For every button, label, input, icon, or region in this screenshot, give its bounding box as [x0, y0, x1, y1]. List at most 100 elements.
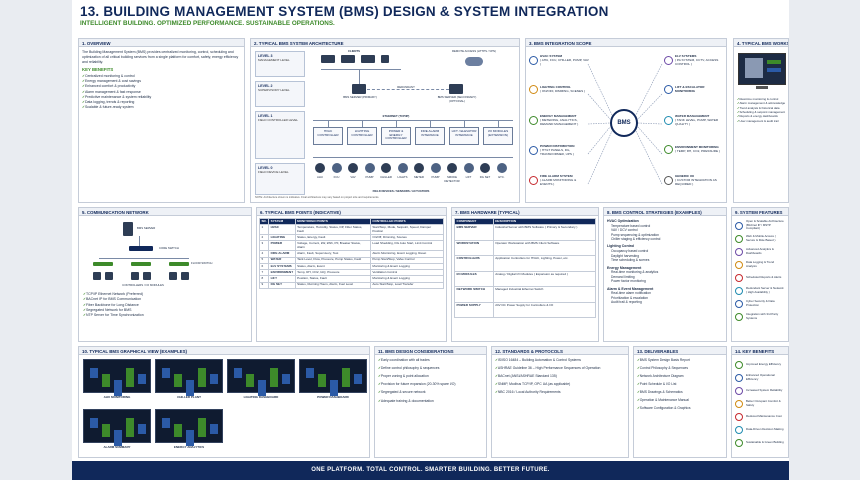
deliverables-list: BMS System Design Basis Report Control Ph…: [637, 358, 723, 411]
table-cell: Operator Workstation with BMS Client Sof…: [492, 239, 597, 257]
table-row: 1 HVAC Temperature, Humidity, Status, DP, …: [258, 224, 445, 236]
benefits-panel: 14. KEY BENEFITS Improved Energy Efficie…: [731, 346, 789, 458]
screen-widget: [90, 418, 98, 428]
strategy-item: Power factor monitoring: [611, 279, 646, 284]
remote-access-label: REMOTE ACCESS (HTTPS / VPN): [452, 49, 496, 53]
standards-panel: 12. STANDARDS & PROTOCOLS IS/ISO 16484 –…: [491, 346, 629, 458]
floor-switch-icon: [169, 262, 189, 266]
device-icon: [364, 163, 375, 173]
points-heading: 6. TYPICAL BMS POINTS (INDICATIVE): [257, 208, 446, 216]
scope-desc: ( PA SYSTEM, CCTV, ACCESS CONTROL ): [675, 57, 719, 66]
screen-thumbnail: [83, 359, 151, 396]
strategy-item: Audit trail & reporting: [611, 300, 642, 305]
controller-icon: [105, 272, 113, 280]
screen-widget: [354, 374, 362, 384]
screen-widget: [162, 418, 170, 428]
screen-label: LIGHTING DASHBOARD: [243, 395, 279, 399]
screen-widget: [186, 430, 194, 446]
screen-widget: [114, 430, 122, 446]
feature-icon: [735, 273, 743, 282]
scope-text: HVAC SYSTEM( AHU, FCU, CHILLER, PUMP, VA…: [540, 54, 589, 67]
controller-box: FIRE ALARM INTERFACE: [415, 127, 445, 145]
standards-item: SNMP, Modbus TCP/IP, OPC UA (as applicab…: [495, 382, 625, 387]
workstation-list: Real-time monitoring & controlAlarm mana…: [737, 97, 785, 123]
table-cell: 24V DC Power Supply for Controllers & I/…: [492, 301, 597, 319]
hardware-heading: 7. BMS HARDWARE (TYPICAL): [452, 208, 598, 216]
deliverables-item: BMS Drawings & Schematics: [637, 390, 723, 395]
table-cell: Start/Stop, Mode, Setpoint, Speed, Dampe…: [369, 224, 445, 236]
connector-line: [328, 120, 329, 127]
feature-text: Improved Energy Efficiency: [746, 361, 782, 366]
feature-row: Web & Mobile Access ( Secure & Role Base…: [735, 232, 785, 245]
scope-desc: ( AHU, FCU, CHILLER, PUMP, VAV ): [540, 57, 589, 66]
level-3: LEVEL 3 MANAGEMENT LEVEL: [255, 51, 305, 77]
feature-row: Improved Energy Efficiency: [735, 358, 785, 371]
feature-icon: [735, 360, 743, 369]
page-subtitle: INTELLIGENT BUILDING. OPTIMIZED PERFORMA…: [80, 20, 335, 27]
scope-desc: ( ALARM MONITORING & EVENTS ): [540, 177, 577, 186]
feature-row: Open & Scalable Architecture (BACnet IP …: [735, 219, 785, 232]
scope-item: FIRE ALARM SYSTEM( ALARM MONITORING & EV…: [529, 174, 589, 187]
device-label: ETC.: [498, 175, 505, 179]
hardware-table: COMPONENT DESCRIPTION BMS SERVER Industrial…: [454, 217, 597, 319]
overview-text: The Building Management System (BMS) pro…: [82, 50, 239, 65]
client-monitor-icon: [321, 55, 335, 63]
screen-label: AHU MONITORING: [103, 395, 131, 399]
connector-line: [464, 120, 465, 127]
feature-text: Integration with 3rd Party Systems: [746, 312, 779, 320]
design-item: Provision for future expansion (20-30% s…: [378, 382, 483, 387]
points-table: SR. SYSTEM MONITORED POINTS CONTROLLED POIN…: [258, 217, 445, 289]
standards-item: NBC 2016 / Local Authority Requirements: [495, 390, 625, 395]
scope-panel: 3. BMS INTEGRATION SCOPE BMS HVAC SYSTEM…: [525, 38, 727, 203]
screen-widget: [162, 368, 170, 378]
table-cell: CONTROLLERS: [454, 255, 494, 272]
feature-icon: [735, 386, 743, 395]
feature-icon: [735, 399, 743, 408]
feature-icon: [735, 260, 743, 269]
floor-switch-icon: [131, 262, 151, 266]
floor-switch-label: FLOOR SWITCH: [191, 261, 213, 265]
controller-icon: [131, 272, 139, 280]
screen-widget: [210, 424, 218, 434]
table-cell: DG SET: [268, 281, 296, 289]
device-icon: [315, 163, 325, 173]
points-panel: 6. TYPICAL BMS POINTS (INDICATIVE) SR. SY…: [256, 207, 447, 342]
scope-desc: ( METERING, ANALYTICS, DEMAND MANAGEMENT…: [540, 117, 579, 126]
graphics-heading: 10. TYPICAL BMS GRAPHICAL VIEW (EXAMPLES…: [79, 347, 369, 355]
scope-text: WATER MANAGEMENT( TANK LEVEL, PUMP, WATE…: [675, 114, 724, 127]
feature-icon: [735, 221, 743, 230]
network-item: NTP Server for Time Synchronization: [83, 313, 144, 318]
table-cell: Voltage, Current, kW, kWh, PF, Breaker S…: [294, 240, 371, 252]
device-icon: [381, 163, 391, 173]
screen-widget: [234, 368, 242, 378]
clients-label: CLIENTS: [348, 49, 360, 53]
controller-box: I/O MODULES (EXTENSION): [483, 127, 513, 145]
scope-desc: ( HT/LT PANELS, DG, TRANSFORMER, UPS ): [540, 147, 574, 156]
strategy-item: Chiller staging & efficiency control: [611, 237, 661, 242]
screen-thumbnail: [83, 409, 151, 446]
screen-widget: [114, 380, 122, 396]
feature-text: Sustainable & Green Building: [746, 439, 784, 444]
table-cell: Industrial Server with BMS Software ( Pr…: [492, 224, 597, 241]
design-heading: 11. BMS DESIGN CONSIDERATIONS: [375, 347, 486, 355]
client-tablet-icon: [381, 55, 389, 63]
network-panel: 5. COMMUNICATION NETWORK BMS SERVER CORE…: [78, 207, 252, 342]
screen-widget: [282, 374, 290, 384]
deliverables-item: BMS System Design Basis Report: [637, 358, 723, 363]
design-item: Early coordination with all trades: [378, 358, 483, 363]
workstation-panel: 4. TYPICAL BMS WORKSTATION INTERFACE Rea…: [733, 38, 789, 203]
screen-widget: [210, 374, 218, 384]
screen-widget: [198, 368, 206, 387]
controller-box: LIGHTING CONTROLLER: [347, 127, 377, 145]
device-icon: [348, 163, 358, 173]
controllers-label: CONTROLLERS / I/O MODULES: [122, 283, 164, 287]
connector-line: [362, 120, 363, 127]
feature-text: Enhanced Operational Efficiency: [746, 373, 775, 381]
scope-desc: ( TANK LEVEL, PUMP, WATER QUALITY ): [675, 117, 719, 126]
scope-text: LIFT & ESCALATOR MONITORING: [675, 85, 724, 94]
feature-row: Enhanced Operational Efficiency: [735, 371, 785, 384]
level-0: LEVEL 0 FIELD DEVICE LEVEL: [255, 163, 305, 195]
screen-widget: [198, 418, 206, 437]
standards-heading: 12. STANDARDS & PROTOCOLS: [492, 347, 628, 355]
benefits-heading: 14. KEY BENEFITS: [732, 347, 788, 355]
